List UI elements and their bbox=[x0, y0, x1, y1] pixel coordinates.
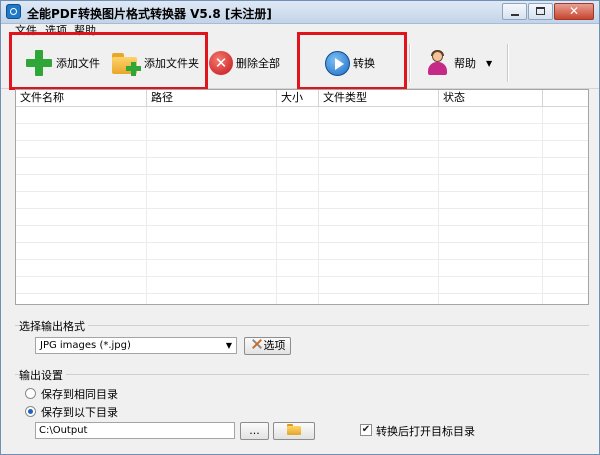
output-format-group-label: 选择输出格式 bbox=[19, 318, 88, 334]
delete-all-button[interactable]: ✕ 删除全部 bbox=[209, 46, 280, 80]
app-logo-icon bbox=[6, 4, 21, 19]
save-same-dir-label[interactable]: 保存到相同目录 bbox=[41, 386, 118, 402]
output-format-select[interactable]: JPG images (*.jpg) ▼ bbox=[35, 337, 237, 354]
save-custom-dir-label[interactable]: 保存到以下目录 bbox=[41, 404, 118, 420]
output-format-value: JPG images (*.jpg) bbox=[40, 340, 131, 351]
toolbar-separator bbox=[409, 44, 411, 82]
output-path-input[interactable]: C:\Output bbox=[35, 422, 235, 439]
help-button[interactable]: 帮助 ▼ bbox=[426, 46, 492, 80]
title-bar: 全能PDF转换图片格式转换器 V5.8 [未注册] ✕ bbox=[1, 1, 599, 24]
window-controls: ✕ bbox=[502, 3, 594, 20]
column-header-status[interactable]: 状态 bbox=[439, 90, 543, 106]
minimize-icon bbox=[511, 14, 519, 16]
help-label: 帮助 bbox=[454, 57, 476, 70]
close-icon: ✕ bbox=[568, 4, 580, 18]
column-header-size[interactable]: 大小 bbox=[277, 90, 319, 106]
toolbar-separator bbox=[507, 44, 509, 82]
highlight-box-convert bbox=[297, 32, 407, 90]
maximize-icon bbox=[536, 7, 545, 15]
maximize-button[interactable] bbox=[528, 3, 553, 20]
column-header-path[interactable]: 路径 bbox=[147, 90, 277, 106]
output-settings-group-label: 输出设置 bbox=[19, 367, 66, 383]
open-folder-button[interactable] bbox=[273, 422, 315, 440]
highlight-box-add-buttons bbox=[9, 32, 208, 90]
app-window: 全能PDF转换图片格式转换器 V5.8 [未注册] ✕ 文件 选项 帮助 添加文… bbox=[0, 0, 600, 455]
browse-button[interactable]: ... bbox=[240, 422, 269, 440]
chevron-down-icon[interactable]: ▼ bbox=[486, 59, 492, 68]
group-divider bbox=[15, 374, 589, 375]
save-same-dir-radio[interactable] bbox=[25, 388, 36, 399]
minimize-button[interactable] bbox=[502, 3, 527, 20]
open-after-convert-label[interactable]: 转换后打开目标目录 bbox=[376, 423, 475, 439]
table-header: 文件名称 路径 大小 文件类型 状态 bbox=[16, 90, 588, 107]
delete-all-label: 删除全部 bbox=[236, 57, 280, 70]
table-grid bbox=[16, 107, 588, 304]
group-divider bbox=[15, 325, 589, 326]
file-list-table[interactable]: 文件名称 路径 大小 文件类型 状态 bbox=[15, 89, 589, 305]
open-after-convert-checkbox[interactable]: ✔ bbox=[360, 424, 372, 436]
save-custom-dir-radio[interactable] bbox=[25, 406, 36, 417]
folder-icon bbox=[287, 424, 301, 435]
column-header-filler bbox=[543, 90, 588, 106]
column-header-filename[interactable]: 文件名称 bbox=[16, 90, 147, 106]
user-help-icon bbox=[426, 50, 448, 76]
delete-icon: ✕ bbox=[209, 51, 233, 75]
column-header-filetype[interactable]: 文件类型 bbox=[319, 90, 439, 106]
close-button[interactable]: ✕ bbox=[554, 3, 594, 20]
chevron-down-icon: ▼ bbox=[225, 341, 232, 350]
format-options-label: 选项 bbox=[263, 339, 286, 352]
format-options-button[interactable]: 选项 bbox=[244, 337, 291, 355]
tools-icon bbox=[250, 338, 264, 350]
window-title: 全能PDF转换图片格式转换器 V5.8 [未注册] bbox=[27, 7, 272, 21]
